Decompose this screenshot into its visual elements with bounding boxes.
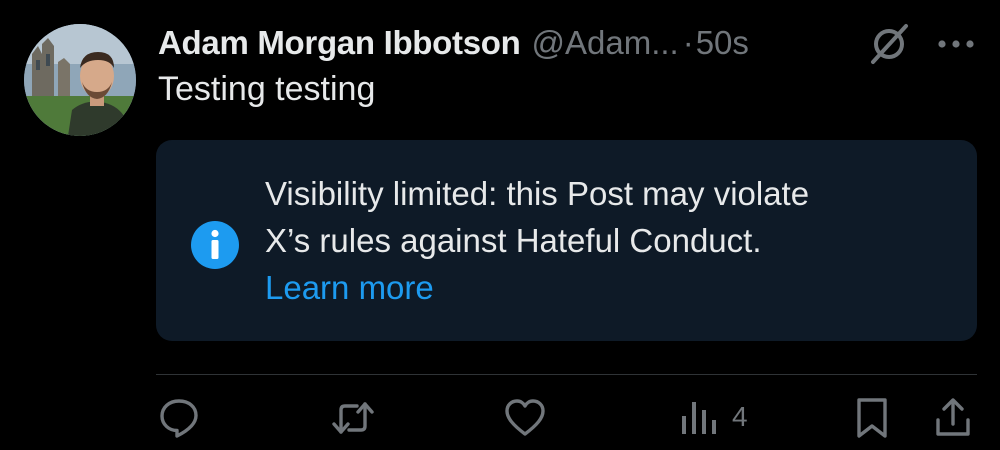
post-header: Adam Morgan Ibbotson @Adam... · 50s [158,18,749,68]
views-icon[interactable] [680,396,716,440]
post-timestamp[interactable]: 50s [696,24,749,62]
author-handle[interactable]: @Adam... [531,24,678,62]
views-count: 4 [732,401,748,432]
author-name[interactable]: Adam Morgan Ibbotson [158,24,521,62]
grok-icon[interactable] [866,22,912,66]
divider [156,374,977,375]
avatar[interactable] [24,24,136,136]
separator-dot: · [682,24,694,61]
info-icon [190,220,240,270]
visibility-notice: Visibility limited: this Post may violat… [156,140,977,341]
notice-message: Visibility limited: this Post may violat… [265,170,809,311]
notice-line-1: Visibility limited: this Post may violat… [265,175,810,212]
more-icon[interactable] [936,26,976,62]
learn-more-link[interactable]: Learn more [265,264,809,311]
repost-icon[interactable] [330,396,376,440]
post-text: Testing testing [158,70,376,108]
share-icon[interactable] [934,396,972,440]
like-icon[interactable] [503,396,547,440]
reply-icon[interactable] [158,396,200,440]
notice-line-2: X’s rules against Hateful Conduct. [265,222,762,259]
bookmark-icon[interactable] [855,396,889,440]
